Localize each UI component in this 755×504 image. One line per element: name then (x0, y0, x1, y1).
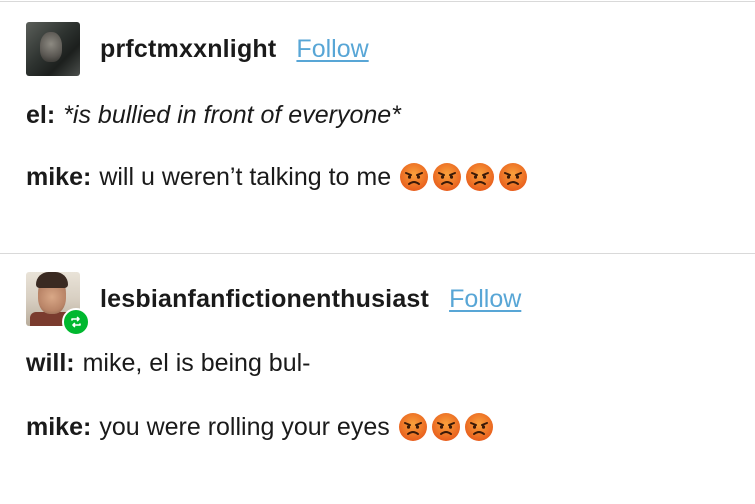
speaker-label: mike: (26, 163, 92, 191)
reblog-icon (62, 308, 90, 336)
speaker-label: will: (26, 349, 75, 377)
post-2-header: lesbianfanfictionenthusiast Follow (26, 272, 521, 336)
post-2-line-2: mike: you were rolling your eyes (26, 410, 494, 444)
post-divider (0, 253, 755, 254)
line-text: you were rolling your eyes (99, 413, 390, 441)
post-1-line-2: mike: will u weren’t talking to me (26, 160, 528, 194)
angry-face-icon (465, 162, 495, 192)
speaker-label: el: (26, 101, 56, 129)
avatar-image (40, 32, 62, 62)
angry-face-icon (431, 412, 461, 442)
angry-face-icon (398, 412, 428, 442)
line-text: *is bullied in front of everyone* (63, 101, 401, 129)
username[interactable]: lesbianfanfictionenthusiast (100, 285, 429, 314)
line-text: will u weren’t talking to me (99, 163, 392, 191)
angry-face-icon (498, 162, 528, 192)
avatar[interactable] (26, 272, 90, 336)
avatar[interactable] (26, 22, 80, 76)
avatar-image (36, 272, 68, 288)
angry-face-icon (432, 162, 462, 192)
line-text: mike, el is being bul- (82, 349, 311, 377)
follow-button[interactable]: Follow (449, 285, 521, 314)
speaker-label: mike: (26, 413, 92, 441)
angry-face-icon (399, 162, 429, 192)
angry-face-icon (464, 412, 494, 442)
post-2-line-1: will: mike, el is being bul- (26, 346, 311, 380)
post-1-line-1: el: *is bullied in front of everyone* (26, 98, 401, 132)
post-1-header: prfctmxxnlight Follow (26, 22, 369, 76)
follow-button[interactable]: Follow (296, 35, 368, 64)
username[interactable]: prfctmxxnlight (100, 35, 276, 64)
top-divider (0, 1, 755, 2)
